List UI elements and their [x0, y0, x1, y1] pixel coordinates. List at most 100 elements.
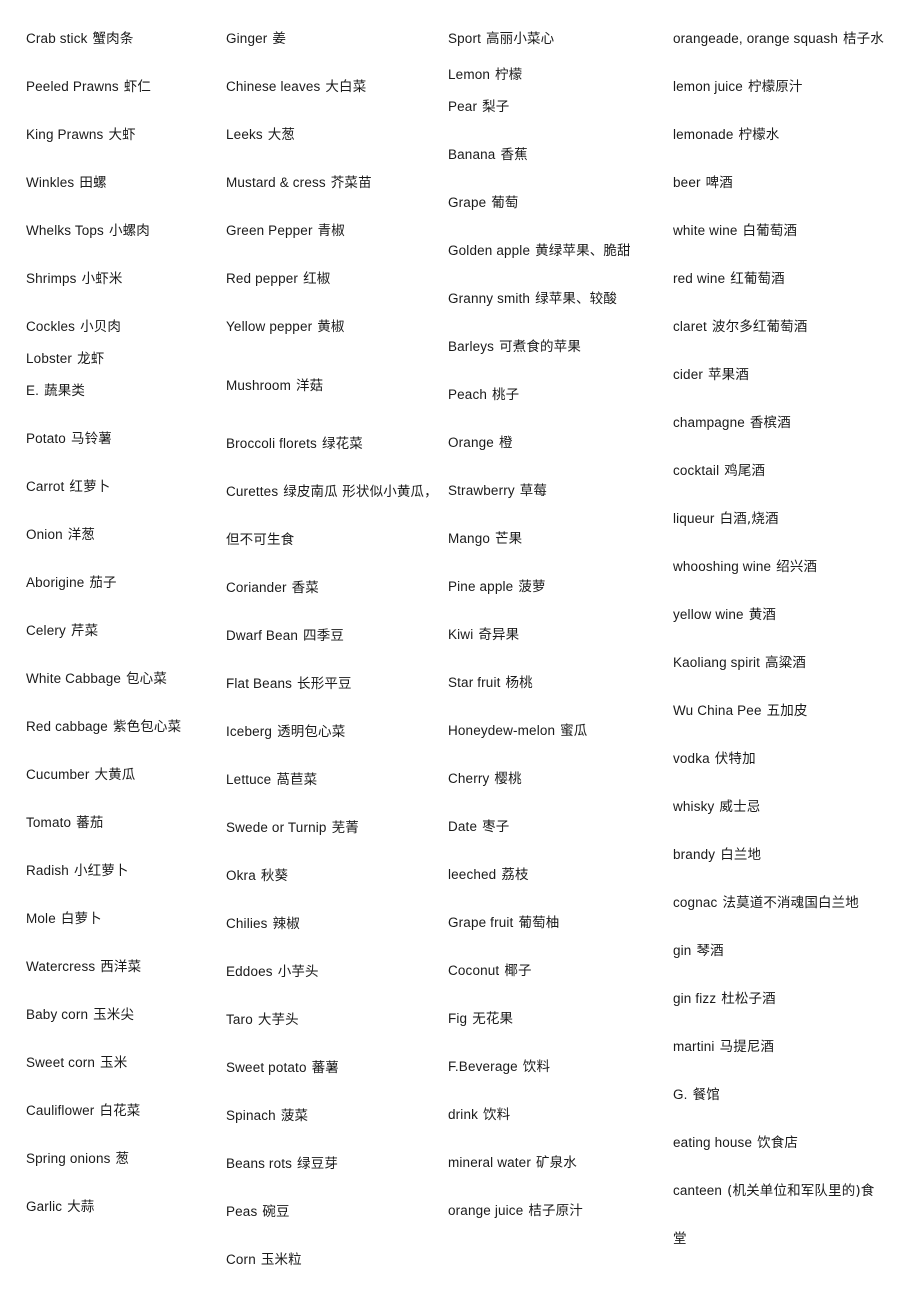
- entry-term-english: lemonade: [673, 127, 734, 142]
- entry-term-chinese: 矿泉水: [535, 1155, 577, 1171]
- entry-term-english: Honeydew-melon: [448, 723, 556, 738]
- entry-term-english: Chinese leaves: [226, 79, 321, 94]
- glossary-entry: Cherry 樱桃: [448, 771, 658, 787]
- entry-term-english: Cauliflower: [26, 1103, 95, 1118]
- glossary-entry: Potato 马铃薯: [26, 431, 218, 447]
- entry-term-english: Red pepper: [226, 271, 299, 286]
- glossary-entry: whooshing wine 绍兴酒: [673, 559, 920, 575]
- entry-term-chinese: 红椒: [303, 271, 331, 287]
- entry-term-english: Watercress: [26, 959, 96, 974]
- entry-term-english: cognac: [673, 895, 718, 910]
- entry-term-english: Radish: [26, 863, 69, 878]
- entry-term-chinese: 香菜: [291, 580, 319, 596]
- glossary-entry: Beans rots 绿豆芽: [226, 1156, 436, 1172]
- entry-term-chinese: 绿花菜: [321, 436, 363, 452]
- glossary-entry: brandy 白兰地: [673, 847, 920, 863]
- entry-term-chinese: 桔子水: [842, 31, 884, 47]
- entry-term-english: Mole: [26, 911, 56, 926]
- entry-term-chinese: 啤酒: [705, 175, 733, 191]
- glossary-entry: Orange 橙: [448, 435, 658, 451]
- entry-term-english: gin fizz: [673, 991, 717, 1006]
- glossary-entry: Mushroom 洋菇: [226, 378, 436, 394]
- entry-term-english: Curettes: [226, 484, 279, 499]
- glossary-entry: Carrot 红萝卜: [26, 479, 218, 495]
- entry-term-english: Potato: [26, 431, 66, 446]
- entry-term-english: Iceberg: [226, 724, 273, 739]
- entry-term-english: orangeade, orange squash: [673, 31, 838, 46]
- entry-term-chinese: 西洋菜: [100, 959, 142, 975]
- entry-term-chinese: 五加皮: [766, 703, 808, 719]
- glossary-entry: orangeade, orange squash 桔子水: [673, 31, 920, 47]
- column-2-vegetables: Ginger 姜 Chinese leaves 大白菜 Leeks 大葱 Mustard &…: [218, 0, 438, 1302]
- entry-term-english: cocktail: [673, 463, 720, 478]
- entry-term-english: Kiwi: [448, 627, 474, 642]
- glossary-entry: champagne 香槟酒: [673, 415, 920, 431]
- glossary-entry: Grape 葡萄: [448, 195, 658, 211]
- entry-term-english: Lemon: [448, 67, 491, 82]
- glossary-page: Crab stick 蟹肉条 Peeled Prawns 虾仁 King Prawns 大…: [0, 0, 920, 1302]
- entry-term-english: Lobster: [26, 351, 73, 366]
- glossary-entry: liqueur 白酒,烧酒: [673, 511, 920, 527]
- glossary-entry: F.Beverage 饮料: [448, 1059, 658, 1075]
- entry-term-chinese: 黄椒: [317, 319, 345, 335]
- glossary-entry: gin 琴酒: [673, 943, 920, 959]
- glossary-entry: orange juice 桔子原汁: [448, 1203, 658, 1219]
- entry-term-english: E.: [26, 383, 40, 398]
- entry-term-english: Broccoli florets: [226, 436, 317, 451]
- entry-term-english: Grape fruit: [448, 915, 514, 930]
- entry-term-chinese: 饮料: [483, 1107, 511, 1123]
- entry-term-chinese: 大葱: [267, 127, 296, 143]
- glossary-entry: G. 餐馆: [673, 1087, 920, 1103]
- entry-term-chinese: 绿豆芽: [297, 1156, 338, 1172]
- glossary-entry: Lemon 柠檬: [448, 67, 658, 83]
- entry-term-chinese: 葡萄柚: [518, 915, 560, 931]
- glossary-entry: Sport 高丽小菜心: [448, 31, 658, 47]
- entry-term-chinese: (机关单位和军队里的)食: [727, 1183, 875, 1199]
- entry-term-chinese: 芥菜苗: [330, 175, 372, 191]
- glossary-entry: vodka 伏特加: [673, 751, 920, 767]
- entry-term-chinese: 黄酒: [748, 607, 776, 623]
- entry-term-english: White Cabbage: [26, 671, 122, 686]
- entry-term-english: Onion: [26, 527, 63, 542]
- glossary-entry: whisky 威士忌: [673, 799, 920, 815]
- glossary-entry: Kiwi 奇异果: [448, 627, 658, 643]
- glossary-entry: Lobster 龙虾: [26, 351, 218, 367]
- glossary-entry: Spring onions 葱: [26, 1151, 218, 1167]
- entry-continuation-text: 堂: [673, 1231, 687, 1247]
- glossary-entry: martini 马提尼酒: [673, 1039, 920, 1055]
- entry-term-chinese: 小贝肉: [80, 319, 122, 335]
- entry-term-english: Fig: [448, 1011, 468, 1026]
- entry-term-chinese: 红萝卜: [69, 479, 111, 495]
- entry-term-english: Cockles: [26, 319, 76, 334]
- entry-term-chinese: 可煮食的苹果: [499, 339, 581, 355]
- entry-term-chinese: 高粱酒: [765, 655, 806, 671]
- entry-term-english: whooshing wine: [673, 559, 772, 574]
- entry-term-english: liqueur: [673, 511, 715, 526]
- glossary-entry: Chilies 辣椒: [226, 916, 436, 932]
- entry-term-english: whisky: [673, 799, 715, 814]
- glossary-entry: white wine 白葡萄酒: [673, 223, 920, 239]
- entry-term-chinese: 小红萝卜: [73, 863, 129, 879]
- entry-term-chinese: 椰子: [504, 963, 532, 979]
- entry-term-english: Red cabbage: [26, 719, 108, 734]
- glossary-entry: Wu China Pee 五加皮: [673, 703, 920, 719]
- entry-term-chinese: 蕃茄: [76, 815, 104, 831]
- entry-term-english: G.: [673, 1087, 688, 1102]
- glossary-entry: red wine 红葡萄酒: [673, 271, 920, 287]
- entry-continuation-text: 但不可生食: [226, 532, 295, 548]
- entry-term-chinese: 大芋头: [257, 1012, 299, 1028]
- glossary-entry: Star fruit 杨桃: [448, 675, 658, 691]
- entry-term-english: Aborigine: [26, 575, 85, 590]
- entry-term-english: mineral water: [448, 1155, 531, 1170]
- entry-term-english: Cucumber: [26, 767, 90, 782]
- glossary-entry: Kaoliang spirit 高粱酒: [673, 655, 920, 671]
- glossary-entry: eating house 饮食店: [673, 1135, 920, 1151]
- entry-term-english: Coriander: [226, 580, 287, 595]
- glossary-entry: gin fizz 杜松子酒: [673, 991, 920, 1007]
- glossary-entry: Honeydew-melon 蜜瓜: [448, 723, 658, 739]
- entry-term-english: Granny smith: [448, 291, 531, 306]
- entry-term-chinese: 枣子: [482, 819, 510, 835]
- entry-term-chinese: 秋葵: [260, 868, 289, 884]
- glossary-entry: Spinach 菠菜: [226, 1108, 436, 1124]
- entry-term-chinese: 辣椒: [272, 916, 300, 932]
